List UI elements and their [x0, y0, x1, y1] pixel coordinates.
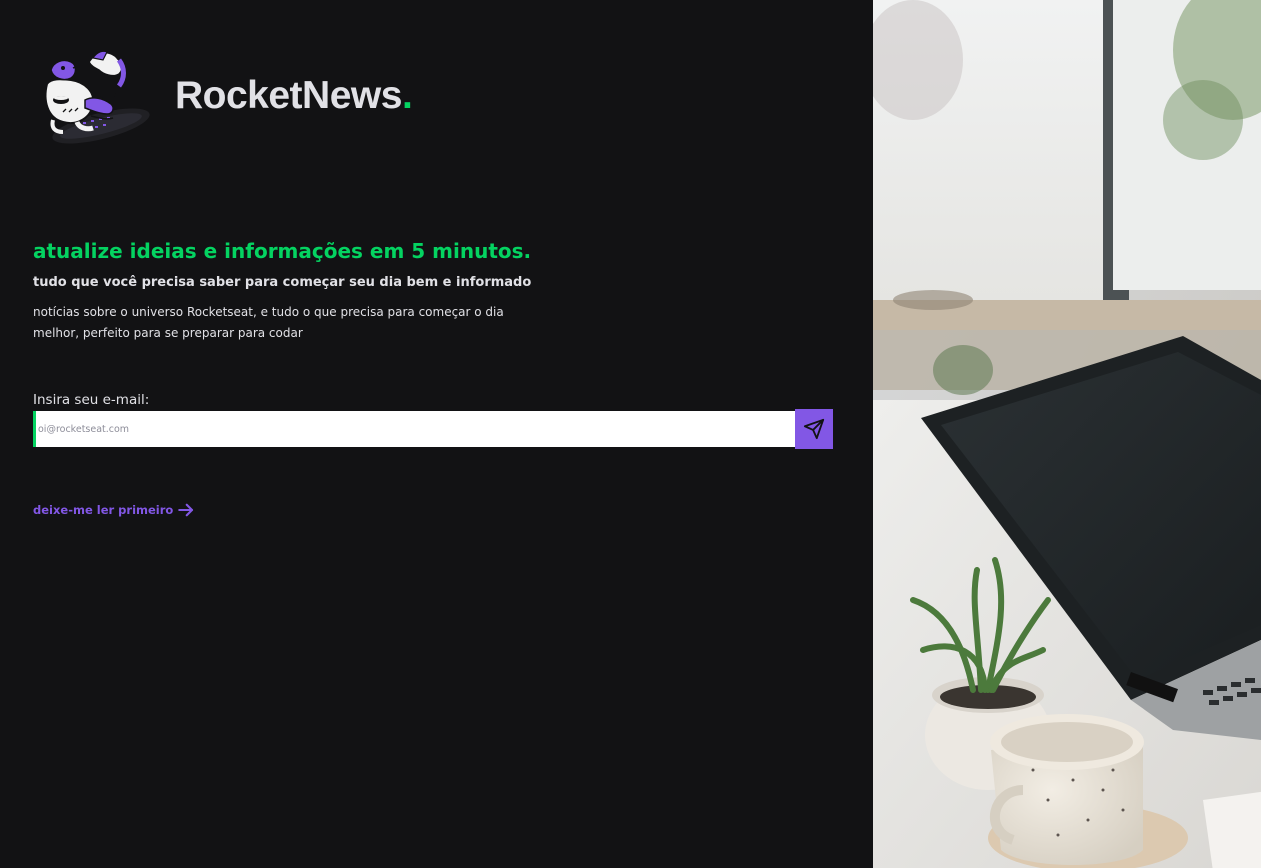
brand-dot: .	[401, 74, 413, 117]
arrow-right-icon	[178, 503, 194, 517]
send-icon	[803, 418, 825, 440]
read-first-link[interactable]: deixe-me ler primeiro	[33, 500, 195, 520]
hero-description: notícias sobre o universo Rocketseat, e …	[33, 305, 504, 340]
desk-photo-illustration	[873, 0, 1261, 868]
hero-headline: atualize ideias e informações em 5 minut…	[33, 239, 532, 263]
side-photo	[873, 0, 1261, 868]
mascot-logo	[44, 50, 150, 144]
email-input[interactable]	[33, 411, 795, 447]
brand-name: RocketNews	[175, 74, 402, 117]
read-first-label: deixe-me ler primeiro	[33, 503, 174, 517]
send-button[interactable]	[795, 409, 833, 449]
hero-subheadline: tudo que você precisa saber para começar…	[33, 275, 532, 290]
brand-title: RocketNews.	[175, 74, 413, 118]
page: RocketNews. atualize ideias e informaçõe…	[0, 0, 1261, 868]
signup-panel: RocketNews. atualize ideias e informaçõe…	[0, 0, 873, 868]
email-label: Insira seu e-mail:	[33, 392, 150, 408]
